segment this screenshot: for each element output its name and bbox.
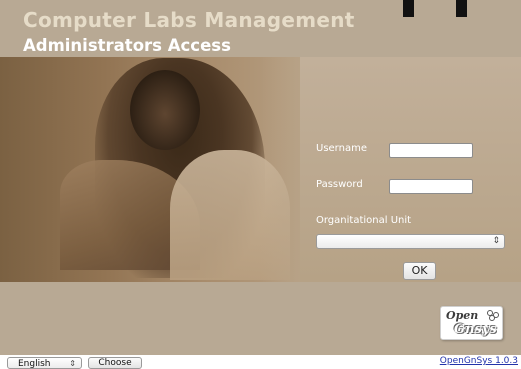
logo-text-open: Open (446, 309, 479, 322)
top-left-block (403, 0, 414, 17)
app-title: Computer Labs Management (23, 8, 355, 32)
language-selected-value: English (18, 359, 51, 369)
opengnsys-logo: Open Gnsys (440, 306, 503, 340)
ou-label: Organitational Unit (316, 215, 412, 226)
updown-arrow-icon: ⇕ (69, 359, 76, 368)
password-input[interactable] (389, 179, 473, 194)
top-right-block (456, 0, 467, 17)
ok-button[interactable]: OK (403, 262, 436, 280)
logo-text-gnsys: Gnsys (454, 322, 497, 337)
ou-select[interactable]: ⇕ (316, 234, 505, 249)
password-label: Password (316, 179, 363, 190)
choose-button[interactable]: Choose (88, 357, 142, 369)
updown-arrow-icon: ⇕ (492, 236, 500, 246)
logo-dots-icon (485, 310, 499, 321)
language-select[interactable]: English ⇕ (7, 357, 82, 369)
hero-person-head (130, 70, 200, 150)
username-input[interactable] (389, 143, 473, 158)
username-label: Username (316, 143, 367, 154)
version-link[interactable]: OpenGnSys 1.0.3 (440, 356, 518, 366)
login-page: Computer Labs Management Administrators … (0, 0, 521, 355)
app-subtitle: Administrators Access (23, 36, 231, 55)
